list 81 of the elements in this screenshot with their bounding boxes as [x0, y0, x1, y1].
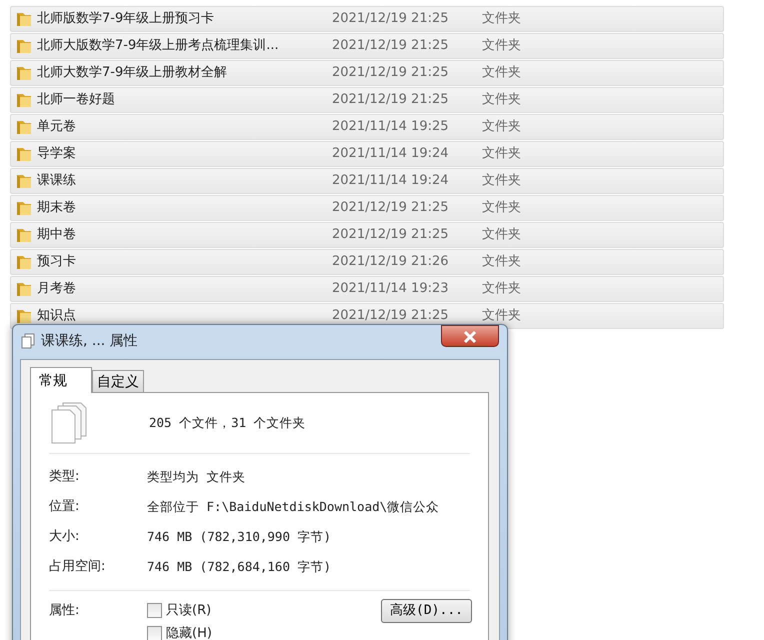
file-date: 2021/11/14 19:23	[332, 280, 450, 298]
folder-icon	[15, 308, 33, 324]
file-date: 2021/12/19 21:25	[332, 64, 450, 82]
file-name: 北师大版数学7-9年级上册考点梳理集训...	[36, 37, 280, 56]
folder-icon	[15, 65, 33, 81]
file-type: 文件夹	[482, 145, 521, 164]
file-type: 文件夹	[482, 307, 521, 326]
file-date: 2021/12/19 21:25	[332, 91, 450, 110]
file-date: 2021/12/19 21:25	[332, 199, 450, 218]
advanced-button[interactable]: 高级(D)...	[381, 598, 472, 622]
file-name: 导学案	[36, 145, 77, 164]
property-label: 占用空间:	[49, 558, 106, 576]
file-row[interactable]: 期中卷 2021/12/19 21:25 文件夹	[10, 222, 724, 248]
file-type: 文件夹	[482, 280, 521, 298]
file-date: 2021/12/19 21:25	[332, 307, 450, 326]
checkbox-label: 只读(R)	[166, 602, 212, 620]
file-row[interactable]: 期末卷 2021/12/19 21:25 文件夹	[10, 195, 724, 221]
folder-icon	[15, 281, 33, 297]
file-date: 2021/12/19 21:25	[332, 37, 450, 56]
documents-icon	[51, 402, 87, 444]
property-value: 全部位于 F:\BaiduNetdiskDownload\微信公众	[147, 498, 440, 516]
file-name: 单元卷	[36, 118, 77, 136]
tab[interactable]: 自定义	[92, 370, 144, 392]
file-date: 2021/11/14 19:25	[332, 118, 450, 136]
file-type: 文件夹	[482, 118, 521, 136]
file-type: 文件夹	[482, 253, 521, 272]
close-icon	[463, 330, 477, 343]
property-label: 类型:	[49, 468, 80, 486]
folder-icon	[15, 11, 33, 27]
file-row[interactable]: 单元卷 2021/11/14 19:25 文件夹	[10, 114, 724, 140]
window-title: 课课练, ... 属性	[41, 332, 138, 350]
property-label: 位置:	[49, 498, 80, 516]
checkbox-label: 隐藏(H)	[166, 624, 212, 640]
documents-icon	[21, 333, 35, 349]
file-name: 北师一卷好题	[36, 91, 116, 110]
folder-icon	[15, 254, 33, 270]
file-date: 2021/12/19 21:25	[332, 10, 450, 28]
tab[interactable]: 常规	[30, 367, 92, 393]
file-row[interactable]: 北师版数学7-9年级上册预习卡 2021/12/19 21:25 文件夹	[10, 6, 724, 32]
file-type: 文件夹	[482, 199, 521, 218]
file-row[interactable]: 北师大数学7-9年级上册教材全解 2021/12/19 21:25 文件夹	[10, 60, 724, 86]
file-date: 2021/12/19 21:25	[332, 226, 450, 244]
file-name: 预习卡	[36, 253, 77, 272]
folder-icon	[15, 146, 33, 162]
file-type: 文件夹	[482, 226, 521, 244]
file-name: 期中卷	[36, 226, 77, 244]
file-name: 知识点	[36, 307, 77, 326]
folder-icon	[15, 200, 33, 216]
file-row[interactable]: 月考卷 2021/11/14 19:23 文件夹	[10, 276, 724, 302]
file-name: 课课练	[36, 172, 77, 190]
file-row[interactable]: 北师大版数学7-9年级上册考点梳理集训... 2021/12/19 21:25 文件夹	[10, 33, 724, 59]
file-type: 文件夹	[482, 64, 521, 82]
file-type: 文件夹	[482, 91, 521, 110]
file-row[interactable]: 导学案 2021/11/14 19:24 文件夹	[10, 141, 724, 167]
folder-icon	[15, 119, 33, 135]
file-type: 文件夹	[482, 37, 521, 56]
file-row[interactable]: 预习卡 2021/12/19 21:26 文件夹	[10, 249, 724, 275]
folder-icon	[15, 227, 33, 243]
file-date: 2021/11/14 19:24	[332, 145, 450, 164]
file-date: 2021/11/14 19:24	[332, 172, 450, 190]
file-type: 文件夹	[482, 172, 521, 190]
property-value: 类型均为 文件夹	[147, 468, 246, 486]
close-button[interactable]	[441, 325, 499, 347]
folder-icon	[15, 173, 33, 189]
file-date: 2021/12/19 21:26	[332, 253, 450, 272]
file-type: 文件夹	[482, 10, 521, 28]
file-name: 期末卷	[36, 199, 77, 218]
summary-text: 205 个文件，31 个文件夹	[149, 414, 306, 432]
property-label: 属性:	[49, 602, 80, 620]
file-row[interactable]: 课课练 2021/11/14 19:24 文件夹	[10, 168, 724, 194]
property-value: 746 MB (782,310,990 字节)	[147, 528, 332, 546]
file-name: 北师大数学7-9年级上册教材全解	[36, 64, 228, 82]
property-value: 746 MB (782,684,160 字节)	[147, 558, 332, 576]
file-name: 北师版数学7-9年级上册预习卡	[36, 10, 216, 28]
file-name: 月考卷	[36, 280, 77, 298]
file-row[interactable]: 北师一卷好题 2021/12/19 21:25 文件夹	[10, 87, 724, 113]
checkbox[interactable]	[147, 603, 162, 618]
checkbox[interactable]	[147, 626, 162, 640]
folder-icon	[15, 38, 33, 54]
property-label: 大小:	[49, 528, 80, 546]
folder-icon	[15, 92, 33, 108]
